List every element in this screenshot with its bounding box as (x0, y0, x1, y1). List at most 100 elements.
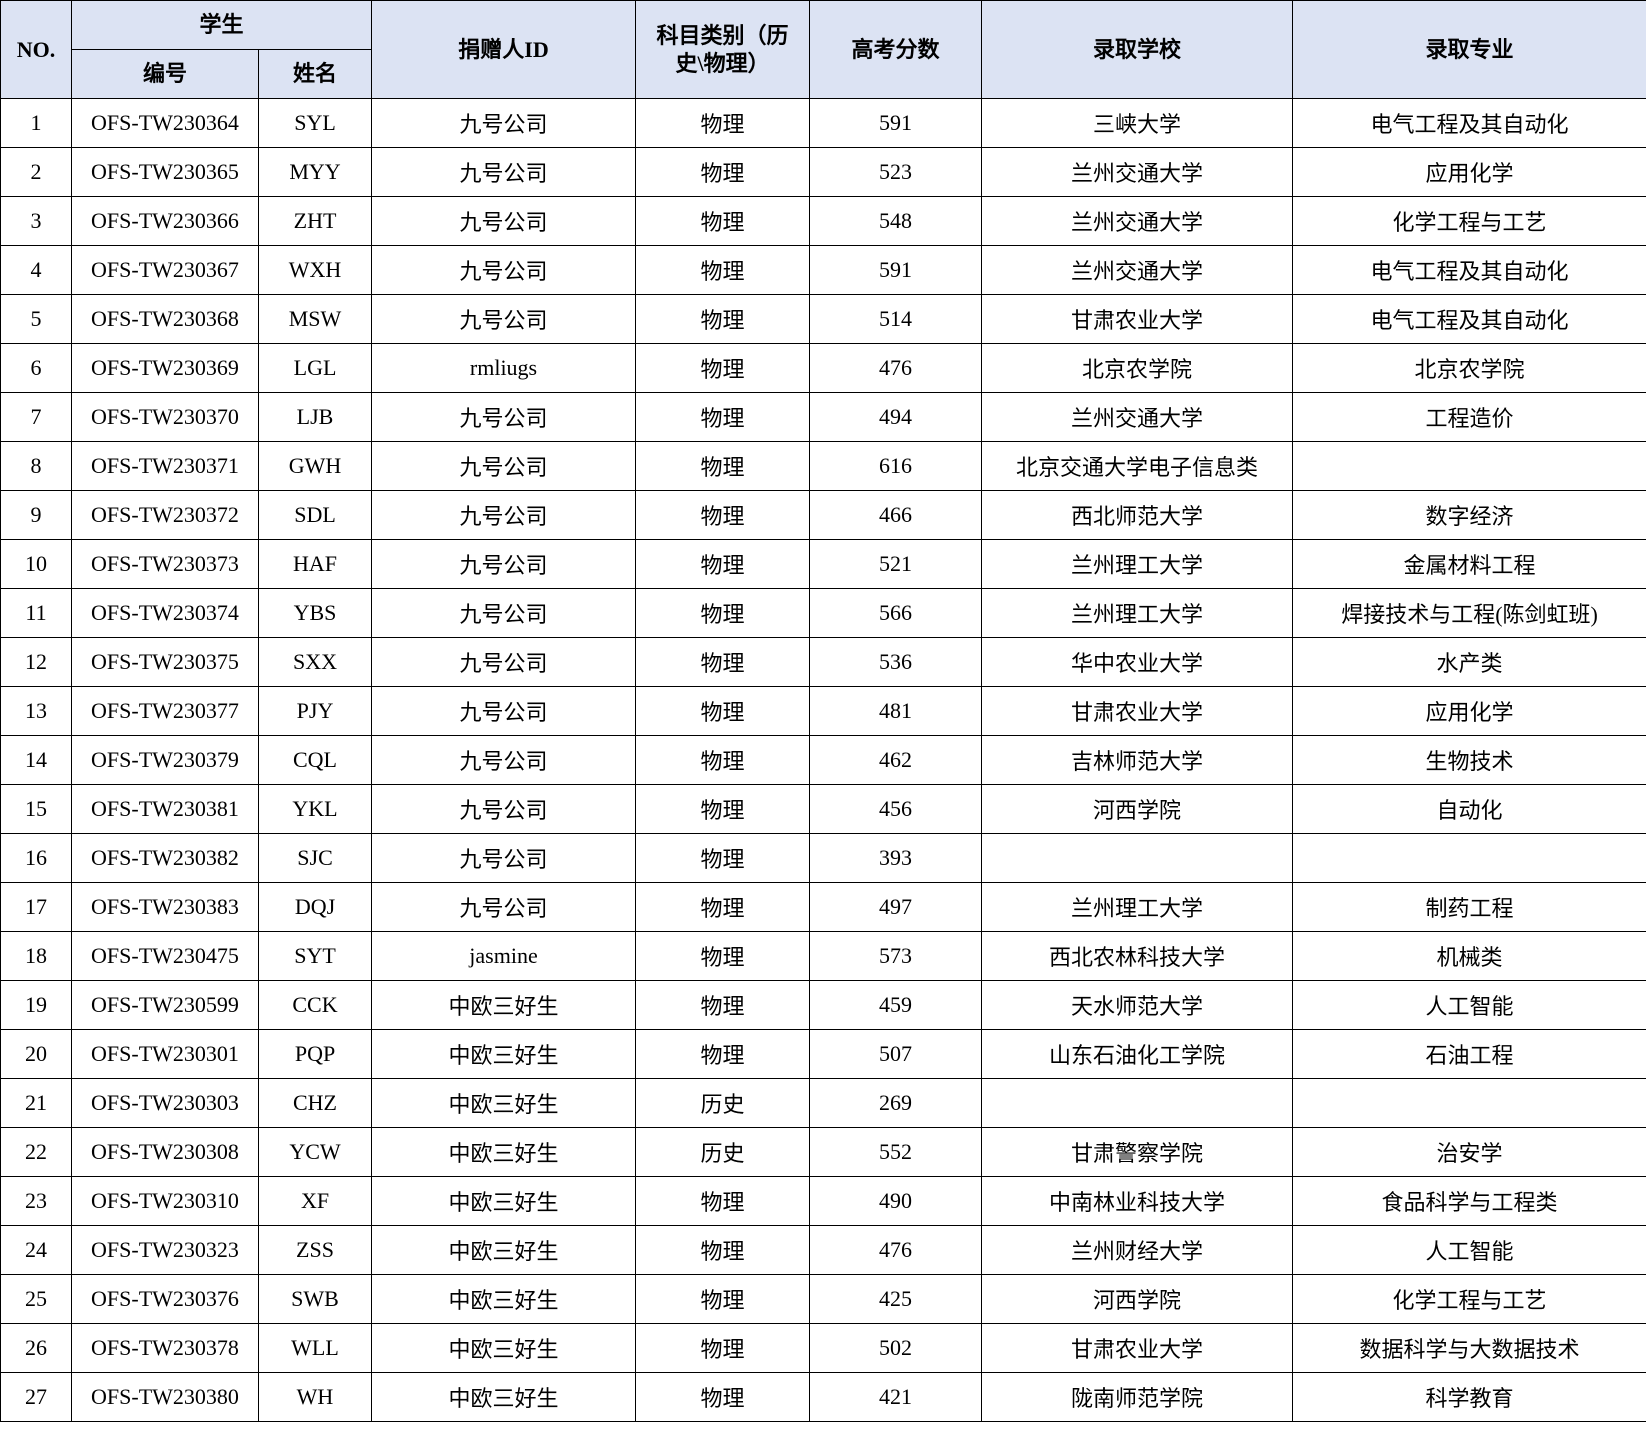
table-body: 1 OFS-TW230364 SYL 九号公司 物理 591 三峡大学 电气工程及其自动化 2 O… (0, 98, 1646, 1422)
cell-no: 21 (0, 1078, 72, 1128)
cell-student-name: ZSS (257, 1225, 373, 1275)
cell-no: 7 (0, 392, 72, 442)
table-row: 2 OFS-TW230365 MYY 九号公司 物理 523 兰州交通大学 应用化学 (0, 147, 1646, 197)
cell-school: 陇南师范学院 (981, 1372, 1294, 1422)
cell-donor-id: 中欧三好生 (371, 1225, 637, 1275)
cell-student-name: SDL (257, 490, 373, 540)
cell-no: 11 (0, 588, 72, 638)
cell-subject: 物理 (635, 343, 811, 393)
cell-student-id: OFS-TW230379 (71, 735, 259, 785)
cell-student-name: HAF (257, 539, 373, 589)
cell-no: 5 (0, 294, 72, 344)
cell-major: 电气工程及其自动化 (1292, 245, 1646, 295)
cell-donor-id: 九号公司 (371, 294, 637, 344)
cell-major: 数字经济 (1292, 490, 1646, 540)
cell-subject: 物理 (635, 490, 811, 540)
table-row: 25 OFS-TW230376 SWB 中欧三好生 物理 425 河西学院 化学工程与工艺 (0, 1274, 1646, 1324)
cell-no: 12 (0, 637, 72, 687)
cell-no: 13 (0, 686, 72, 736)
cell-no: 27 (0, 1372, 72, 1422)
cell-major (1292, 833, 1646, 883)
cell-school: 西北师范大学 (981, 490, 1294, 540)
table-row: 21 OFS-TW230303 CHZ 中欧三好生 历史 269 (0, 1078, 1646, 1128)
cell-score: 269 (809, 1078, 983, 1128)
cell-donor-id: 九号公司 (371, 245, 637, 295)
cell-school: 北京交通大学电子信息类 (981, 441, 1294, 491)
cell-student-name: YKL (257, 784, 373, 834)
cell-score: 521 (809, 539, 983, 589)
cell-school: 兰州交通大学 (981, 196, 1294, 246)
cell-major: 人工智能 (1292, 1225, 1646, 1275)
cell-score: 573 (809, 931, 983, 981)
cell-score: 490 (809, 1176, 983, 1226)
cell-student-name: WLL (257, 1323, 373, 1373)
cell-student-name: CQL (257, 735, 373, 785)
table-row: 6 OFS-TW230369 LGL rmliugs 物理 476 北京农学院 北京农学院 (0, 343, 1646, 393)
cell-school: 三峡大学 (981, 98, 1294, 148)
cell-subject: 物理 (635, 1176, 811, 1226)
table-row: 20 OFS-TW230301 PQP 中欧三好生 物理 507 山东石油化工学院 石油工程 (0, 1029, 1646, 1079)
cell-major: 水产类 (1292, 637, 1646, 687)
cell-major: 化学工程与工艺 (1292, 196, 1646, 246)
cell-major: 应用化学 (1292, 147, 1646, 197)
header-student: 学生 (70, 0, 373, 50)
cell-student-id: OFS-TW230374 (71, 588, 259, 638)
cell-subject: 物理 (635, 539, 811, 589)
cell-score: 591 (809, 98, 983, 148)
cell-school: 河西学院 (981, 784, 1294, 834)
cell-no: 26 (0, 1323, 72, 1373)
cell-subject: 历史 (635, 1078, 811, 1128)
cell-no: 15 (0, 784, 72, 834)
cell-no: 1 (0, 98, 72, 148)
cell-score: 507 (809, 1029, 983, 1079)
cell-subject: 物理 (635, 98, 811, 148)
table-row: 7 OFS-TW230370 LJB 九号公司 物理 494 兰州交通大学 工程造价 (0, 392, 1646, 442)
cell-score: 566 (809, 588, 983, 638)
cell-score: 481 (809, 686, 983, 736)
cell-school: 甘肃农业大学 (981, 686, 1294, 736)
cell-school: 北京农学院 (981, 343, 1294, 393)
cell-major: 自动化 (1292, 784, 1646, 834)
cell-student-name: CHZ (257, 1078, 373, 1128)
cell-student-id: OFS-TW230369 (71, 343, 259, 393)
cell-school: 西北农林科技大学 (981, 931, 1294, 981)
cell-student-id: OFS-TW230383 (71, 882, 259, 932)
table-row: 17 OFS-TW230383 DQJ 九号公司 物理 497 兰州理工大学 制药工程 (0, 882, 1646, 932)
cell-donor-id: 九号公司 (371, 392, 637, 442)
cell-student-name: PQP (257, 1029, 373, 1079)
cell-score: 476 (809, 1225, 983, 1275)
cell-student-id: OFS-TW230323 (71, 1225, 259, 1275)
cell-no: 2 (0, 147, 72, 197)
cell-major (1292, 441, 1646, 491)
cell-no: 20 (0, 1029, 72, 1079)
cell-donor-id: 中欧三好生 (371, 1176, 637, 1226)
cell-student-name: MYY (257, 147, 373, 197)
cell-donor-id: 中欧三好生 (371, 1274, 637, 1324)
cell-student-id: OFS-TW230475 (71, 931, 259, 981)
cell-major (1292, 1078, 1646, 1128)
cell-student-id: OFS-TW230364 (71, 98, 259, 148)
cell-school: 甘肃农业大学 (981, 1323, 1294, 1373)
table-header: NO. 学生 捐赠人ID 科目类别（历史\物理） 高考分数 录取学校 录取专业 … (0, 0, 1646, 99)
cell-student-name: MSW (257, 294, 373, 344)
cell-major: 机械类 (1292, 931, 1646, 981)
cell-student-id: OFS-TW230382 (71, 833, 259, 883)
cell-score: 523 (809, 147, 983, 197)
cell-student-id: OFS-TW230301 (71, 1029, 259, 1079)
cell-student-name: SYL (257, 98, 373, 148)
cell-score: 514 (809, 294, 983, 344)
cell-no: 8 (0, 441, 72, 491)
table-row: 14 OFS-TW230379 CQL 九号公司 物理 462 吉林师范大学 生物技术 (0, 735, 1646, 785)
header-major: 录取专业 (1292, 0, 1646, 99)
cell-major: 电气工程及其自动化 (1292, 98, 1646, 148)
cell-subject: 物理 (635, 1323, 811, 1373)
table-row: 22 OFS-TW230308 YCW 中欧三好生 历史 552 甘肃警察学院 治安学 (0, 1127, 1646, 1177)
table-row: 4 OFS-TW230367 WXH 九号公司 物理 591 兰州交通大学 电气工程及其自动化 (0, 245, 1646, 295)
cell-subject: 物理 (635, 637, 811, 687)
cell-subject: 物理 (635, 980, 811, 1030)
cell-major: 焊接技术与工程(陈剑虹班) (1292, 588, 1646, 638)
cell-student-id: OFS-TW230368 (71, 294, 259, 344)
cell-student-id: OFS-TW230303 (71, 1078, 259, 1128)
cell-donor-id: 九号公司 (371, 441, 637, 491)
cell-donor-id: 九号公司 (371, 147, 637, 197)
